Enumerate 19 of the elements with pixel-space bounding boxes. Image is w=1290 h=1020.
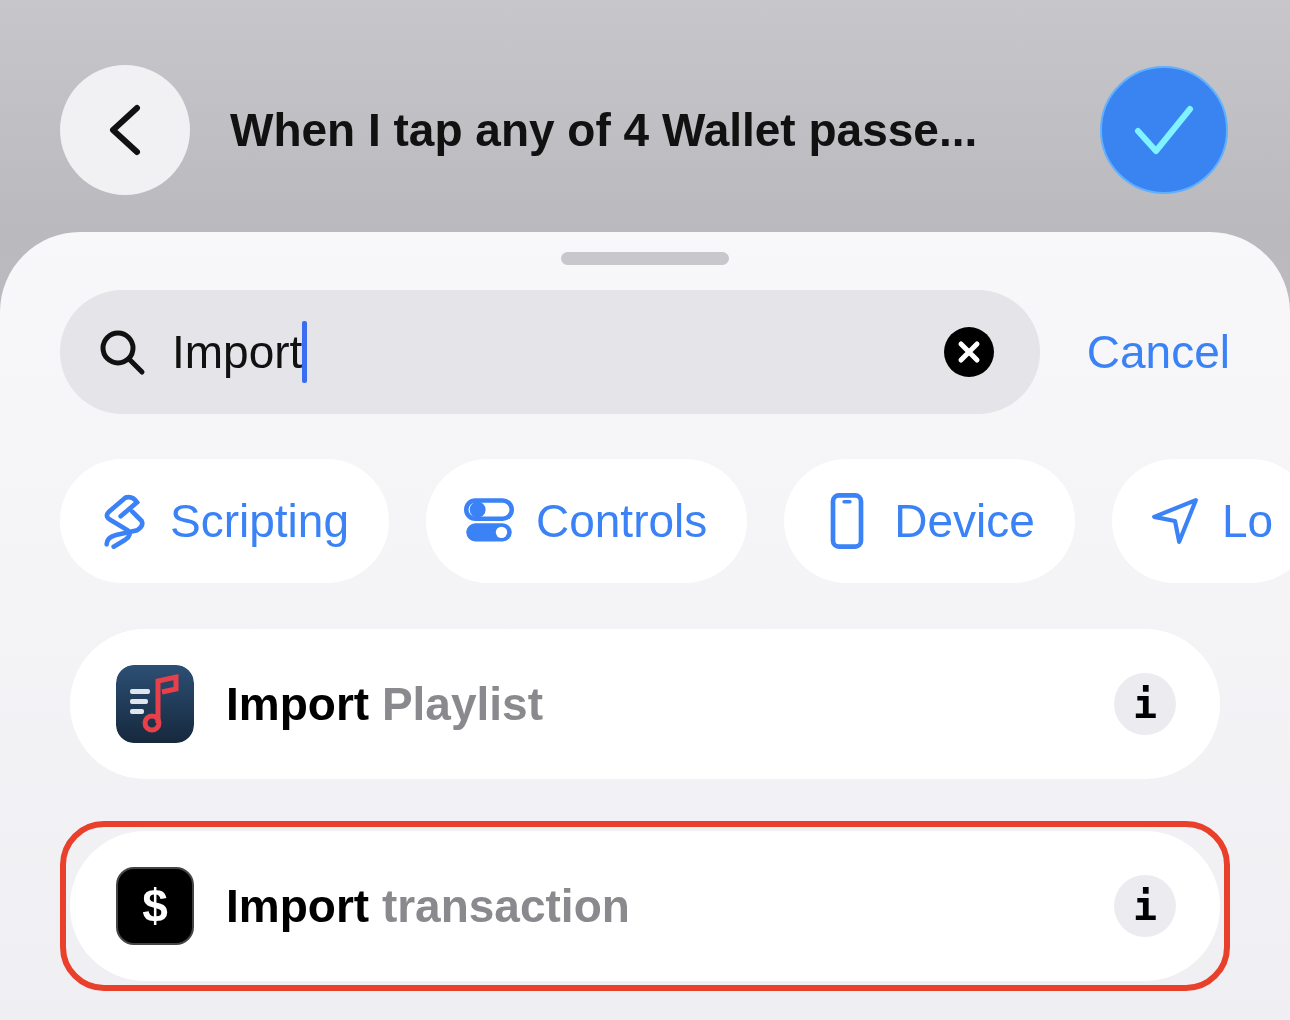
text-cursor [302, 321, 308, 383]
category-chip[interactable]: Scripting [60, 459, 389, 583]
window-title: When I tap any of 4 Wallet passe... [230, 103, 979, 157]
info-button[interactable]: i [1114, 875, 1176, 937]
category-chip[interactable]: Device [784, 459, 1075, 583]
action-title: Import transaction [226, 879, 631, 933]
clear-icon[interactable] [944, 327, 994, 377]
sheet-handle[interactable] [561, 252, 729, 265]
action-row[interactable]: $ Import transaction i [70, 831, 1220, 981]
action-title: Import Playlist [226, 677, 544, 731]
search-icon [98, 328, 146, 376]
category-chip[interactable]: Lo [1111, 459, 1290, 583]
dollar-app-icon: $ [116, 867, 194, 945]
checkmark-icon [1134, 105, 1194, 155]
playlist-app-icon [116, 665, 194, 743]
action-row[interactable]: Import Playlist i [70, 629, 1220, 779]
category-chip[interactable]: Controls [425, 459, 748, 583]
search-field[interactable]: Import [60, 290, 1040, 414]
info-button[interactable]: i [1114, 673, 1176, 735]
